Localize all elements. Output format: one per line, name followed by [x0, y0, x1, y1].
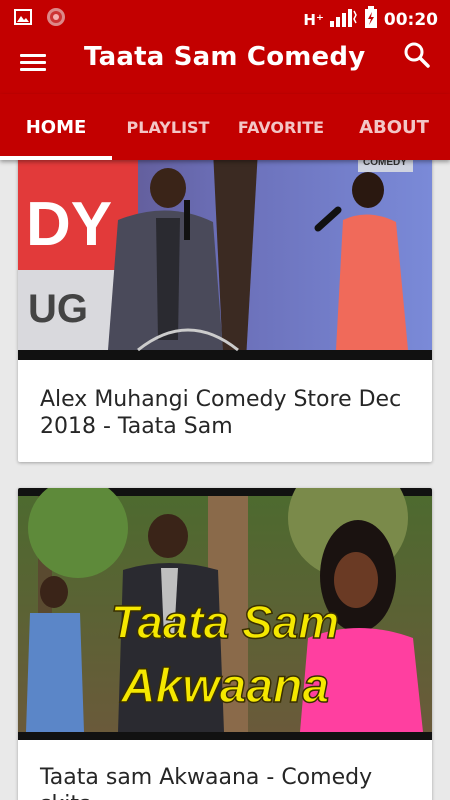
thumbnail-banner-text: DY — [26, 190, 112, 259]
video-thumbnail: Taata Sam Akwaana — [18, 488, 432, 740]
app-bar: Taata Sam Comedy — [0, 34, 450, 94]
app-notification-icon — [46, 7, 66, 32]
tab-favorite[interactable]: FAVORITE — [224, 94, 338, 160]
tab-about[interactable]: ABOUT — [338, 94, 450, 160]
tab-bar: HOME PLAYLIST FAVORITE ABOUT — [0, 94, 450, 160]
video-card[interactable]: Taata Sam Akwaana Taata sam Akwaana - Co… — [18, 488, 432, 800]
tab-indicator — [0, 156, 112, 160]
video-feed[interactable]: DY UG COMEDY Alex Muhangi Comedy Store D… — [0, 160, 450, 800]
video-title[interactable]: Taata sam Akwaana - Comedy skits. — [18, 764, 432, 800]
search-icon[interactable] — [402, 40, 432, 70]
gallery-notification-icon — [14, 9, 32, 30]
video-title[interactable]: Alex Muhangi Comedy Store Dec 2018 - Taa… — [18, 386, 432, 440]
clock: 00:20 — [383, 9, 438, 30]
thumbnail-title-line2: Akwaana — [120, 660, 329, 713]
thumbnail-title-line1: Taata Sam — [111, 596, 339, 648]
network-type-label: H⁺ — [303, 10, 324, 29]
video-thumbnail: DY UG COMEDY — [18, 160, 432, 360]
video-card[interactable]: DY UG COMEDY Alex Muhangi Comedy Store D… — [18, 160, 432, 462]
thumbnail-sign-text: COMEDY — [363, 160, 407, 168]
menu-icon[interactable] — [20, 50, 54, 80]
status-bar: H⁺ 00:20 — [0, 0, 450, 34]
battery-charging-icon — [364, 6, 378, 33]
thumbnail-banner-subtext: UG — [28, 287, 88, 331]
tab-playlist[interactable]: PLAYLIST — [112, 94, 224, 160]
tab-home[interactable]: HOME — [0, 94, 112, 160]
signal-icon — [329, 7, 358, 32]
app-title: Taata Sam Comedy — [84, 42, 366, 72]
